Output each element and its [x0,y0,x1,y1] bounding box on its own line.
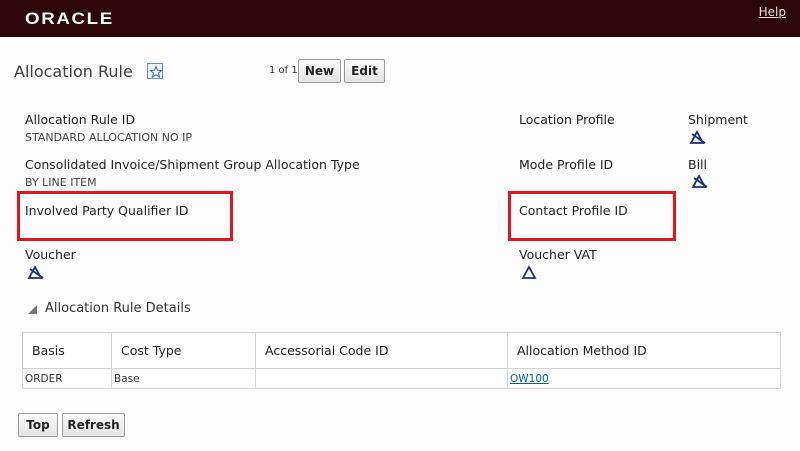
allocation-rule-id-label: Allocation Rule ID [25,112,136,127]
column-header-cost-type: Cost Type [111,332,256,369]
allocation-rule-id-value: STANDARD ALLOCATION NO IP [25,131,193,144]
column-header-allocation-method: Allocation Method ID [507,332,781,369]
group-allocation-type-label: Consolidated Invoice/Shipment Group Allo… [25,157,360,172]
edit-button[interactable]: Edit [344,59,385,83]
allocation-method-link[interactable]: OW100 [510,373,549,385]
refresh-button[interactable]: Refresh [62,413,125,437]
cell-basis: ORDER [22,368,112,389]
pager-count: 1 of 1 [269,65,298,76]
shipment-label: Shipment [688,112,748,127]
top-button[interactable]: Top [18,413,58,437]
not-selected-icon [689,130,706,144]
table-row: ORDER Base OW100 [22,368,781,389]
help-link[interactable]: Help [759,5,786,19]
selected-icon [521,265,537,279]
oracle-logo: ORACLE [25,9,114,28]
column-header-basis: Basis [22,332,112,369]
highlight-contact-profile [508,191,676,241]
mode-profile-id-label: Mode Profile ID [519,157,614,172]
new-button[interactable]: New [298,59,341,83]
page-title: Allocation Rule [14,62,133,81]
voucher-vat-label: Voucher VAT [519,247,597,262]
table-header-row: Basis Cost Type Accessorial Code ID Allo… [22,332,781,369]
cell-method: OW100 [507,368,781,389]
top-bar: ORACLE Help [0,0,800,37]
group-allocation-type-value: BY LINE ITEM [25,176,97,189]
cell-cost-type: Base [111,368,256,389]
triangle-collapse-icon[interactable] [28,305,37,314]
bill-label: Bill [688,157,707,172]
highlight-involved-party [17,191,233,241]
cell-accessorial [255,368,508,389]
location-profile-label: Location Profile [519,112,615,127]
column-header-accessorial-code: Accessorial Code ID [255,332,508,369]
not-selected-icon [691,174,708,188]
allocation-details-table: Basis Cost Type Accessorial Code ID Allo… [22,332,781,389]
not-selected-icon [27,265,44,279]
details-section-title[interactable]: Allocation Rule Details [45,301,191,316]
voucher-label: Voucher [25,247,76,262]
favorite-star-icon[interactable] [147,63,163,79]
